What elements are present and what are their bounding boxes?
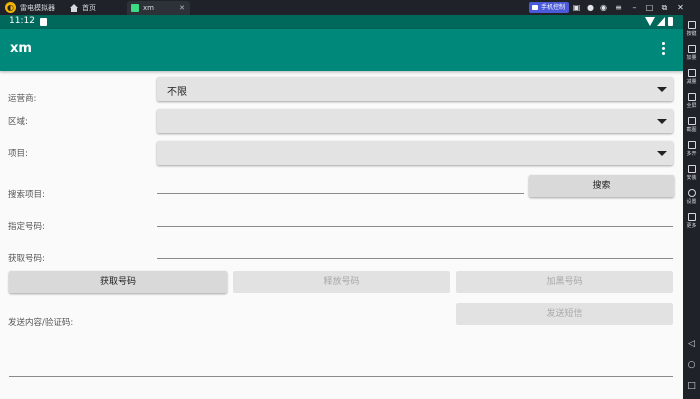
emulator-logo-icon: ◐ bbox=[5, 2, 16, 13]
recents-icon[interactable]: □ bbox=[683, 379, 700, 393]
home-circle-icon[interactable]: ○ bbox=[683, 358, 700, 372]
back-icon[interactable]: ◁ bbox=[683, 337, 700, 351]
home-icon bbox=[70, 4, 78, 12]
tool-multi-instance[interactable]: 多开 bbox=[683, 140, 700, 162]
tool-settings[interactable]: 设置 bbox=[683, 188, 700, 210]
tab-home-label: 首页 bbox=[82, 4, 96, 12]
obtained-number-input[interactable] bbox=[157, 258, 673, 259]
tool-fullscreen[interactable]: 全屏 bbox=[683, 92, 700, 114]
region-label: 区域: bbox=[8, 117, 28, 127]
minimize-icon[interactable]: – bbox=[629, 2, 640, 13]
blacklist-number-button[interactable]: 加黑号码 bbox=[456, 271, 673, 293]
phone-control-badge[interactable]: 手机控制 bbox=[529, 2, 570, 13]
status-bar: 11:12 bbox=[0, 15, 683, 29]
more-icon bbox=[687, 213, 696, 221]
tool-volume-up[interactable]: 加量 bbox=[683, 44, 700, 66]
search-project-label: 搜索项目: bbox=[8, 190, 45, 200]
battery-icon bbox=[668, 17, 673, 26]
tab-close-icon[interactable]: ✕ bbox=[179, 1, 185, 15]
operator-value: 不限 bbox=[167, 87, 187, 98]
tool-keymap[interactable]: 按键 bbox=[683, 20, 700, 42]
fullscreen-icon bbox=[687, 93, 696, 101]
apk-icon bbox=[687, 165, 696, 173]
specified-number-label: 指定号码: bbox=[8, 222, 45, 232]
send-content-input[interactable] bbox=[9, 376, 673, 377]
dropdown-arrow-icon bbox=[657, 151, 667, 156]
get-number-button[interactable]: 获取号码 bbox=[9, 271, 227, 293]
volume-up-icon bbox=[687, 45, 696, 53]
operator-spinner[interactable]: 不限 bbox=[157, 77, 673, 101]
search-button[interactable]: 搜索 bbox=[529, 175, 674, 197]
tool-volume-down[interactable]: 减量 bbox=[683, 68, 700, 90]
maximize-icon[interactable]: □ bbox=[644, 2, 655, 13]
gamepad-icon[interactable]: ▣ bbox=[571, 2, 582, 13]
close-icon[interactable]: ✕ bbox=[675, 2, 686, 13]
tool-screenshot[interactable]: 截图 bbox=[683, 116, 700, 138]
tool-install[interactable]: 安装 bbox=[683, 164, 700, 186]
tool-label: 更多 bbox=[686, 223, 697, 229]
android-app-icon bbox=[131, 4, 139, 12]
keyboard-icon bbox=[687, 21, 696, 29]
release-number-button[interactable]: 释放号码 bbox=[233, 271, 450, 293]
overflow-menu-icon[interactable] bbox=[660, 42, 666, 58]
dropdown-arrow-icon bbox=[657, 119, 667, 124]
wifi-icon bbox=[645, 17, 655, 26]
dropdown-arrow-icon bbox=[657, 87, 667, 92]
message-icon[interactable]: ◉ bbox=[598, 2, 609, 13]
tool-label: 截图 bbox=[686, 127, 697, 133]
send-sms-button[interactable]: 发送短信 bbox=[456, 303, 673, 325]
tool-label: 全屏 bbox=[686, 103, 697, 109]
user-icon[interactable]: ● bbox=[585, 2, 596, 13]
status-time: 11:12 bbox=[9, 16, 35, 26]
emulator-titlebar: ◐ 雷电模拟器 首页 xm ✕ 手机控制 ▣ ● ◉ ≡ – □ ⧉ ✕ bbox=[0, 0, 700, 15]
tool-more[interactable]: 更多 bbox=[683, 212, 700, 234]
scissors-icon bbox=[687, 117, 696, 125]
android-screen: 11:12 xm 运营商: 不限 区域: 项目: 搜索项目: 搜索 指定号码: … bbox=[0, 15, 683, 399]
project-spinner[interactable] bbox=[157, 141, 673, 165]
tool-label: 加量 bbox=[686, 55, 697, 61]
gear-icon bbox=[687, 189, 696, 197]
menu-icon[interactable]: ≡ bbox=[613, 2, 624, 13]
app-title: xm bbox=[10, 41, 32, 56]
tool-label: 安装 bbox=[686, 175, 697, 181]
tool-label: 设置 bbox=[686, 199, 697, 205]
specified-number-input[interactable] bbox=[157, 226, 673, 227]
multi-window-icon bbox=[687, 141, 696, 149]
project-label: 项目: bbox=[8, 149, 28, 159]
emulator-app-name: 雷电模拟器 bbox=[20, 4, 55, 12]
operator-label: 运营商: bbox=[8, 94, 37, 104]
restore-icon[interactable]: ⧉ bbox=[659, 2, 670, 13]
obtained-number-label: 获取号码: bbox=[8, 254, 45, 264]
emulator-toolbar: 按键 加量 减量 全屏 截图 多开 安装 设置 更多 ◁ ○ □ bbox=[683, 15, 700, 399]
volume-down-icon bbox=[687, 69, 696, 77]
tab-xm-label: xm bbox=[143, 4, 154, 12]
search-project-input[interactable] bbox=[157, 193, 524, 194]
notification-icon bbox=[40, 18, 47, 26]
tool-label: 减量 bbox=[686, 79, 697, 85]
app-bar: xm bbox=[0, 29, 683, 71]
send-content-label: 发送内容/验证码: bbox=[8, 318, 74, 328]
emulator-window: ◐ 雷电模拟器 首页 xm ✕ 手机控制 ▣ ● ◉ ≡ – □ ⧉ ✕ 11:… bbox=[0, 0, 700, 399]
tab-home[interactable]: 首页 bbox=[66, 1, 126, 15]
tab-xm[interactable]: xm ✕ bbox=[127, 1, 190, 15]
region-spinner[interactable] bbox=[157, 109, 673, 133]
signal-icon bbox=[657, 17, 665, 26]
tool-label: 按键 bbox=[686, 31, 697, 37]
tool-label: 多开 bbox=[686, 151, 697, 157]
